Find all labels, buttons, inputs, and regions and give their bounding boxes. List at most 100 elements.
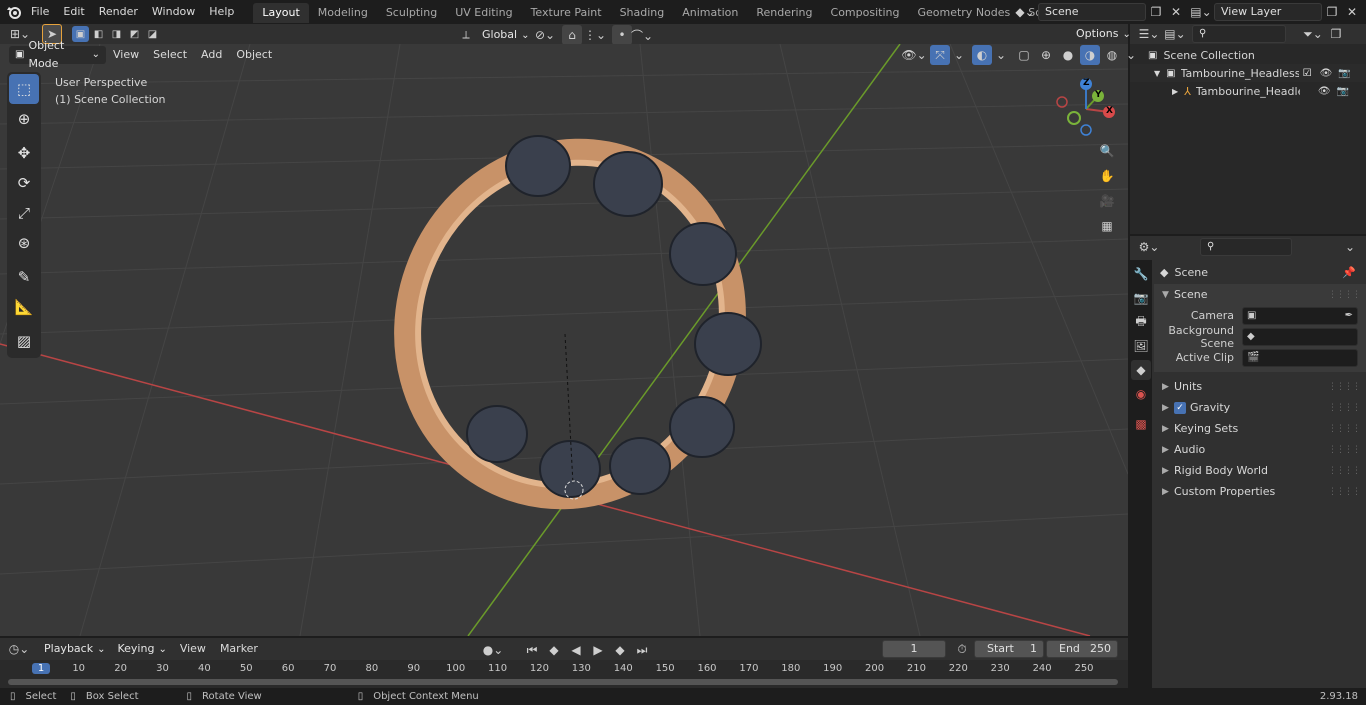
display-mode-icon[interactable]: ▤⌄ xyxy=(1162,24,1188,44)
rigid-body-world-panel-header[interactable]: ▶ Rigid Body World ⋮⋮⋮⋮ xyxy=(1154,460,1366,481)
cursor-tool-shelf-icon[interactable]: ⊕ xyxy=(9,104,39,134)
eye-icon[interactable]: 👁 xyxy=(1318,86,1331,97)
proportional-edit-icon[interactable]: • xyxy=(612,25,632,45)
solid-shading-icon[interactable]: ● xyxy=(1058,45,1078,65)
delete-scene-icon[interactable]: ✕ xyxy=(1166,2,1186,22)
record-icon[interactable]: ●⌄ xyxy=(480,640,506,660)
tab-animation[interactable]: Animation xyxy=(673,3,747,23)
gravity-panel-header[interactable]: ▶ ✓ Gravity ⋮⋮⋮⋮ xyxy=(1154,397,1366,418)
blender-logo-icon[interactable] xyxy=(4,2,24,22)
snap-target-icon[interactable]: ⋮⌄ xyxy=(582,25,608,45)
tab-layout[interactable]: Layout xyxy=(253,3,309,23)
drag-grip-icon[interactable]: ⋮⋮⋮⋮ xyxy=(1328,290,1361,300)
output-tab-icon[interactable]: 🖶 xyxy=(1131,312,1151,332)
pin-icon[interactable]: 📌 xyxy=(1342,266,1356,279)
timeline-ruler[interactable]: 1 10 20 30 40 50 60 70 80 90 100 110 120 130 140 150 160… xyxy=(0,660,1128,688)
select-box-tool-icon[interactable]: ⬚ xyxy=(9,74,39,104)
next-keyframe-icon[interactable]: ◆ xyxy=(610,640,630,660)
wireframe-shading-icon[interactable]: ⊕ xyxy=(1036,45,1056,65)
3d-viewport[interactable]: User Perspective (1) Scene Collection ⬚ … xyxy=(0,44,1128,636)
scale-tool-icon[interactable]: ⤢ xyxy=(9,198,39,228)
current-frame-field[interactable]: 1 xyxy=(882,640,946,658)
overlay-toggle-icon[interactable]: ◐ xyxy=(972,45,992,65)
properties-options-icon[interactable]: ⌄ xyxy=(1340,237,1360,257)
gravity-checkbox-icon[interactable]: ✓ xyxy=(1174,401,1186,414)
orientation-dropdown[interactable]: Global xyxy=(476,26,524,44)
scene-tab-icon[interactable]: ◆ xyxy=(1131,360,1151,380)
options-dropdown[interactable]: Options xyxy=(1070,25,1137,43)
material-shading-icon[interactable]: ◑ xyxy=(1080,45,1100,65)
scene-icon[interactable]: ◆⌄ xyxy=(1012,2,1038,22)
eye-icon[interactable]: 👁 xyxy=(1320,68,1333,79)
preview-range-icon[interactable]: ⏱ xyxy=(952,639,972,659)
transform-tool-icon[interactable]: ⊛ xyxy=(9,228,39,258)
jump-start-icon[interactable]: ⏮ xyxy=(522,640,542,660)
tab-geometry-nodes[interactable]: Geometry Nodes xyxy=(908,3,1019,23)
custom-properties-panel-header[interactable]: ▶ Custom Properties ⋮⋮⋮⋮ xyxy=(1154,481,1366,502)
tab-sculpting[interactable]: Sculpting xyxy=(377,3,446,23)
zoom-icon[interactable]: 🔍 xyxy=(1097,141,1117,161)
drag-grip-icon[interactable]: ⋮⋮⋮⋮ xyxy=(1328,382,1361,392)
gizmo-toggle-icon[interactable]: ⤧ xyxy=(930,45,950,65)
prev-keyframe-icon[interactable]: ◆ xyxy=(544,640,564,660)
visibility-icon[interactable]: 👁⌄ xyxy=(900,45,928,65)
delete-view-layer-icon[interactable]: ✕ xyxy=(1342,2,1362,22)
tab-texture-paint[interactable]: Texture Paint xyxy=(522,3,611,23)
new-scene-icon[interactable]: ❐ xyxy=(1146,2,1166,22)
filter-icon[interactable]: ⏷⌄ xyxy=(1300,24,1326,44)
background-scene-field[interactable]: ◆ xyxy=(1242,327,1358,346)
menu-help[interactable]: Help xyxy=(202,0,241,24)
outliner-row-collection[interactable]: ▼ ▣ Tambourine_Headless_Double ☑ 👁 📷 xyxy=(1130,64,1366,82)
current-frame-marker[interactable]: 1 xyxy=(32,663,50,674)
jump-end-icon[interactable]: ⏭ xyxy=(632,640,652,660)
camera-view-icon[interactable]: 🎥 xyxy=(1097,191,1117,211)
menu-window[interactable]: Window xyxy=(145,0,202,24)
view-layer-tab-icon[interactable]: 🖼 xyxy=(1131,336,1151,356)
start-frame-field[interactable]: Start 1 xyxy=(974,640,1044,658)
drag-grip-icon[interactable]: ⋮⋮⋮⋮ xyxy=(1328,466,1361,476)
drag-grip-icon[interactable]: ⋮⋮⋮⋮ xyxy=(1328,403,1361,413)
gizmo-dropdown-icon[interactable]: ⌄ xyxy=(952,45,966,65)
tool-tab-icon[interactable]: 🔧 xyxy=(1131,264,1151,284)
select-subtract-icon[interactable]: ◨ xyxy=(108,26,125,42)
world-tab-icon[interactable]: ◉ xyxy=(1131,384,1151,404)
outliner-search-field[interactable]: ⚲ xyxy=(1192,25,1286,43)
camera-field[interactable]: ▣ ✒ xyxy=(1242,306,1358,325)
select-intersect-icon[interactable]: ◪ xyxy=(144,26,161,42)
tab-shading[interactable]: Shading xyxy=(611,3,674,23)
drag-grip-icon[interactable]: ⋮⋮⋮⋮ xyxy=(1328,424,1361,434)
timeline-editor-icon[interactable]: ◷⌄ xyxy=(6,639,32,659)
viewport-menu-view[interactable]: View xyxy=(106,44,146,65)
timeline-menu-playback[interactable]: Playback xyxy=(38,640,111,658)
menu-render[interactable]: Render xyxy=(92,0,145,24)
timeline-menu-marker[interactable]: Marker xyxy=(213,638,265,660)
drag-grip-icon[interactable]: ⋮⋮⋮⋮ xyxy=(1328,445,1361,455)
select-difference-icon[interactable]: ◩ xyxy=(126,26,143,42)
overlay-dropdown-icon[interactable]: ⌄ xyxy=(994,45,1008,65)
expand-arrow-icon[interactable]: ▼ xyxy=(1154,69,1160,78)
render-tab-icon[interactable]: 📷 xyxy=(1131,288,1151,308)
tab-uv-editing[interactable]: UV Editing xyxy=(446,3,521,23)
perspective-toggle-icon[interactable]: ▦ xyxy=(1097,216,1117,236)
viewport-menu-add[interactable]: Add xyxy=(194,44,229,65)
scene-name-field[interactable]: Scene xyxy=(1038,3,1146,21)
properties-editor-icon[interactable]: ⚙⌄ xyxy=(1136,237,1162,257)
add-cube-tool-icon[interactable]: ▨ xyxy=(9,326,39,356)
camera-icon[interactable]: 📷 xyxy=(1338,68,1350,79)
rotate-tool-icon[interactable]: ⟳ xyxy=(9,168,39,198)
view-layer-field[interactable]: View Layer xyxy=(1214,3,1322,21)
timeline-menu-keying[interactable]: Keying xyxy=(111,640,172,658)
menu-edit[interactable]: Edit xyxy=(56,0,91,24)
outliner-root-row[interactable]: ▣ Scene Collection xyxy=(1130,46,1366,64)
annotate-tool-icon[interactable]: ✎ xyxy=(9,262,39,292)
falloff-icon[interactable]: ⌒⌄ xyxy=(631,25,653,45)
new-collection-icon[interactable]: ❐ xyxy=(1326,24,1346,44)
tab-rendering[interactable]: Rendering xyxy=(747,3,821,23)
drag-grip-icon[interactable]: ⋮⋮⋮⋮ xyxy=(1328,487,1361,497)
keying-sets-panel-header[interactable]: ▶ Keying Sets ⋮⋮⋮⋮ xyxy=(1154,418,1366,439)
scene-panel-header[interactable]: ▼ Scene ⋮⋮⋮⋮ xyxy=(1154,284,1366,305)
eyedropper-icon[interactable]: ✒ xyxy=(1345,310,1353,321)
outliner-row-empty[interactable]: ▶ ⅄ Tambourine_Headless_Do 👁 📷 xyxy=(1130,82,1366,100)
texture-tab-icon[interactable]: ▩ xyxy=(1131,414,1151,434)
units-panel-header[interactable]: ▶ Units ⋮⋮⋮⋮ xyxy=(1154,376,1366,397)
